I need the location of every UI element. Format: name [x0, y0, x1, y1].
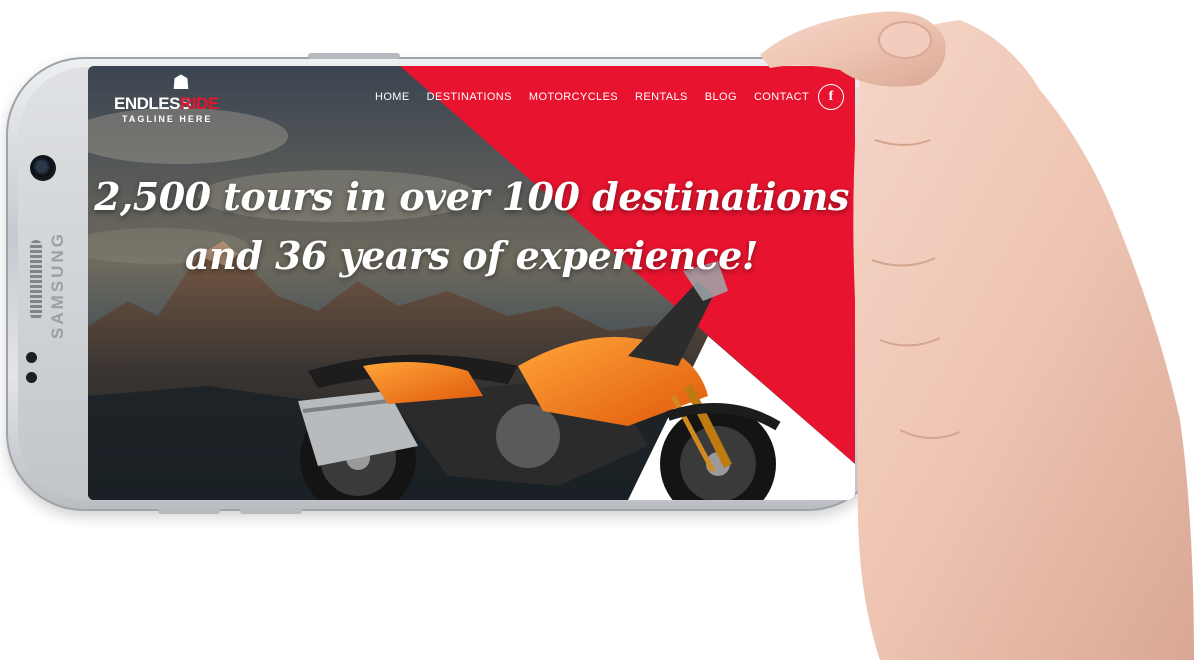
- hand-image: [760, 11, 1194, 660]
- palm: [853, 20, 1194, 660]
- thumbnail: [878, 21, 932, 59]
